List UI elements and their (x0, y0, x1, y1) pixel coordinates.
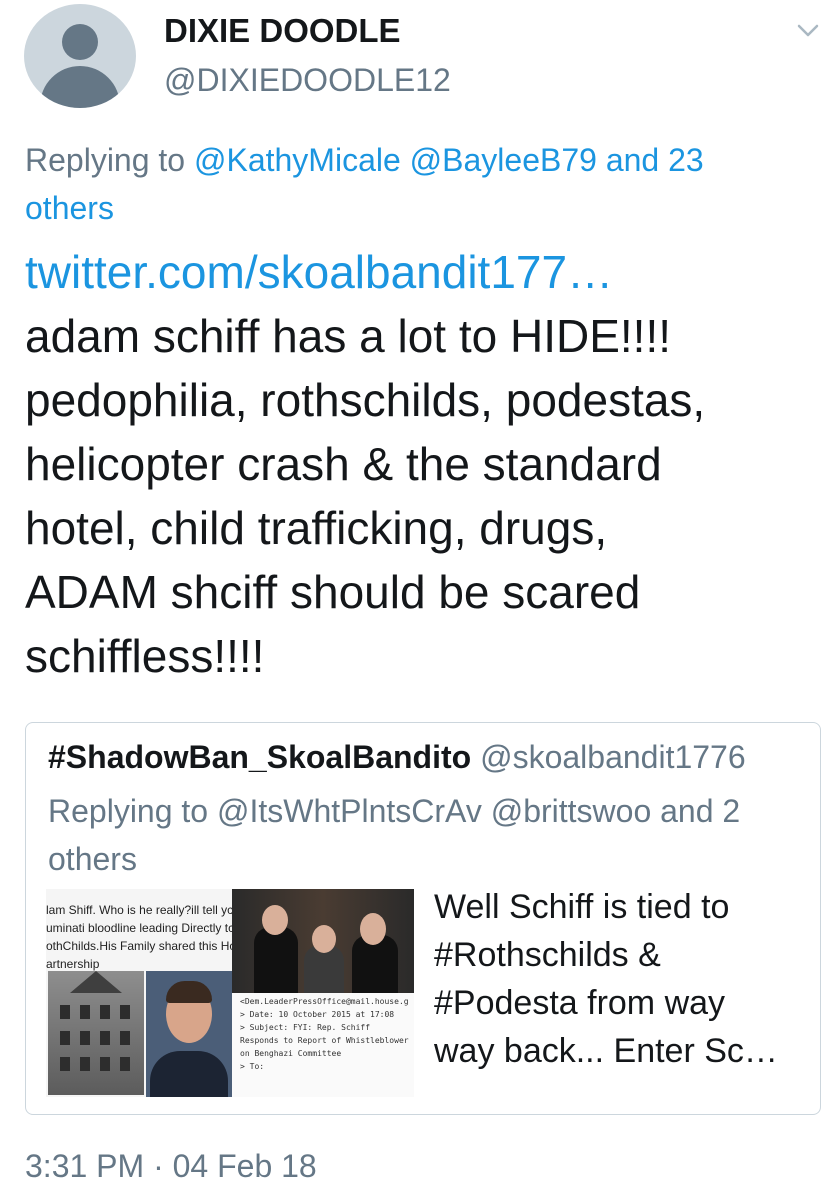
quoted-tweet-text: Well Schiff is tied to #Rothschilds & #P… (434, 883, 814, 1075)
author-handle[interactable]: @DIXIEDOODLE12 (164, 62, 451, 99)
reply-context: Replying to @KathyMicale @BayleeB79 and … (25, 136, 795, 232)
media-caption-text: lam Shiff. Who is he really?ill tell yc … (46, 901, 232, 973)
email-line: > To: (240, 1062, 265, 1071)
quoted-media-thumbnail[interactable]: <Dem.LeaderPressOffice@mail.house.g > Dat… (232, 889, 414, 1097)
email-screenshot-text: <Dem.LeaderPressOffice@mail.house.g > Dat… (240, 995, 412, 1073)
portrait-photo (146, 971, 232, 1097)
tweet-line: pedophilia, rothschilds, podestas, (25, 374, 706, 426)
quoted-tweet-header: #ShadowBan_SkoalBandito @skoalbandit1776 (48, 739, 746, 776)
quoted-reply-context: Replying to @ItsWhtPlntsCrAv @brittswoo … (48, 787, 808, 883)
email-line: > Subject: FYI: Rep. Schiff (240, 1023, 371, 1032)
quoted-media-thumbnail[interactable]: lam Shiff. Who is he really?ill tell yc … (46, 889, 232, 1097)
tweet-text: twitter.com/skoalbandit177… adam schiff … (25, 240, 825, 688)
author-display-name[interactable]: DIXIE DOODLE (164, 12, 401, 50)
email-line: on Benghazi Committee (240, 1049, 342, 1058)
quoted-text-line: #Podesta from way (434, 984, 726, 1022)
chevron-down-icon[interactable] (794, 16, 822, 44)
tweet-line: ADAM shciff should be scared (25, 566, 641, 618)
email-line: > Date: 10 October 2015 at 17:08 (240, 1010, 395, 1019)
quoted-tweet-card[interactable]: #ShadowBan_SkoalBandito @skoalbandit1776… (25, 722, 821, 1115)
quoted-reply-prefix: Replying to (48, 793, 209, 829)
avatar-body-shape (40, 66, 120, 108)
quoted-display-name: #ShadowBan_SkoalBandito (48, 739, 472, 775)
building-photo (48, 971, 144, 1095)
avatar[interactable] (24, 4, 136, 108)
avatar-head-shape (62, 24, 98, 60)
tweet-link[interactable]: twitter.com/skoalbandit177… (25, 240, 825, 304)
group-photo (232, 889, 414, 993)
tweet-line: adam schiff has a lot to HIDE!!!! (25, 310, 671, 362)
email-line: <Dem.LeaderPressOffice@mail.house.g (240, 997, 409, 1006)
tweet-line: schiffless!!!! (25, 630, 265, 682)
tweet-timestamp[interactable]: 3:31 PM · 04 Feb 18 (25, 1148, 317, 1185)
tweet-line: helicopter crash & the standard (25, 438, 662, 490)
email-line: Responds to Report of Whistleblower (240, 1036, 409, 1045)
reply-prefix: Replying to (25, 142, 186, 178)
quoted-text-line: way back... Enter Sc… (434, 1032, 778, 1070)
tweet-line: hotel, child trafficking, drugs, (25, 502, 608, 554)
quoted-text-line: #Rothschilds & (434, 936, 661, 974)
quoted-handle: @skoalbandit1776 (480, 739, 746, 775)
media-caption-line: lam Shiff. Who is he really?ill tell yc (46, 903, 232, 917)
media-caption-line: othChilds.His Family shared this Hc (46, 939, 232, 953)
quoted-text-line: Well Schiff is tied to (434, 888, 730, 926)
media-caption-line: uminati bloodline leading Directly tc (46, 921, 232, 935)
